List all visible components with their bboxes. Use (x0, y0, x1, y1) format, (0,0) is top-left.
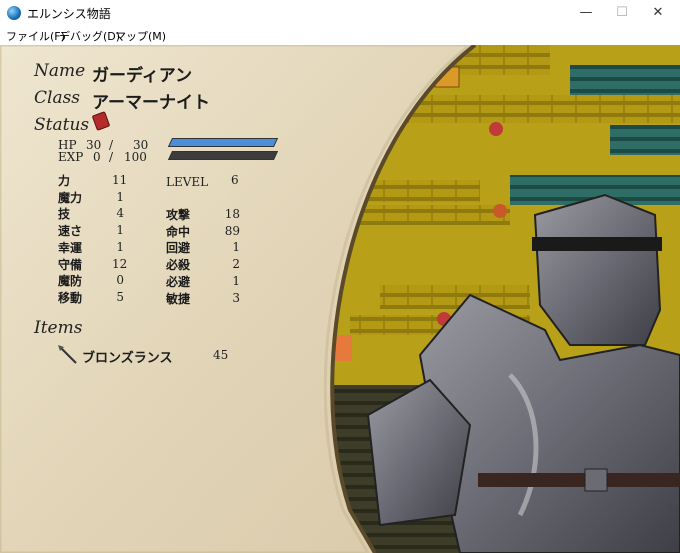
lance-icon (58, 345, 77, 364)
name-label: Name (34, 61, 86, 81)
stat-label: 技 (58, 207, 71, 222)
exp-bar (167, 151, 279, 160)
stat-value: 1 (116, 189, 124, 204)
stat-label: 命中 (166, 224, 191, 239)
stat-label: 敏捷 (166, 291, 191, 306)
stat-value: 18 (224, 207, 240, 221)
stat-value: 12 (112, 256, 128, 271)
stat-label: 速さ (58, 224, 83, 239)
hp-bar (167, 138, 279, 147)
stat-value: 0 (116, 273, 124, 288)
hp-bar-fill (169, 139, 277, 146)
stat-value: 4 (116, 206, 124, 221)
level-label: LEVEL (166, 175, 209, 189)
close-button[interactable]: ✕ (640, 0, 676, 26)
stat-value: 3 (232, 290, 240, 305)
stat-label: 力 (58, 174, 71, 188)
stat-label: 攻撃 (166, 208, 191, 222)
stat-label: 必殺 (166, 258, 191, 273)
stat-value: 89 (224, 223, 240, 238)
stat-label: 魔力 (58, 190, 83, 205)
title-bar: エルンシス物語 — ☐ ✕ (0, 0, 680, 26)
stat-label: 移動 (58, 290, 83, 305)
menu-debug[interactable]: デバッグ(D) (59, 28, 120, 44)
menu-map[interactable]: マップ(M) (115, 28, 166, 44)
stat-value: 2 (232, 257, 240, 272)
stat-label: 必避 (166, 274, 191, 289)
maximize-button[interactable]: ☐ (604, 0, 640, 26)
menu-file[interactable]: ファイル(F) (6, 28, 65, 44)
stat-label: 魔防 (58, 274, 83, 289)
minimize-button[interactable]: — (568, 0, 604, 26)
items-label: Items (34, 318, 83, 338)
stat-label: 幸運 (58, 240, 83, 255)
menu-bar: ファイル(F) デバッグ(D) マップ(M) (0, 26, 680, 45)
stat-value: 1 (116, 239, 124, 254)
item-name: ブロンズランス (82, 351, 173, 366)
stat-label: 回避 (166, 241, 191, 256)
armor-knight-portrait (366, 193, 680, 553)
exp-separator: / (109, 150, 114, 164)
stat-label: 守備 (58, 257, 83, 272)
stat-value: 1 (232, 273, 240, 288)
stat-value: 1 (116, 223, 124, 238)
class-label: Class (34, 88, 81, 108)
stat-value: 5 (116, 289, 124, 304)
stat-value: 11 (112, 173, 128, 187)
stat-value: 1 (232, 240, 240, 255)
globe-icon (7, 6, 21, 20)
unit-name: ガーディアン (92, 66, 193, 86)
game-viewport[interactable]: Name ガーディアン Class アーマーナイト Status HP 30 /… (0, 45, 680, 553)
window-title: エルンシス物語 (27, 7, 111, 21)
exp-label: EXP (58, 150, 84, 164)
exp-bar-fill (169, 152, 173, 159)
status-label: Status (34, 115, 90, 135)
unit-class: アーマーナイト (92, 93, 210, 113)
level-value: 6 (231, 173, 239, 187)
item-uses: 45 (213, 348, 229, 362)
exp-max: 100 (124, 150, 147, 164)
exp-current: 0 (93, 150, 101, 164)
